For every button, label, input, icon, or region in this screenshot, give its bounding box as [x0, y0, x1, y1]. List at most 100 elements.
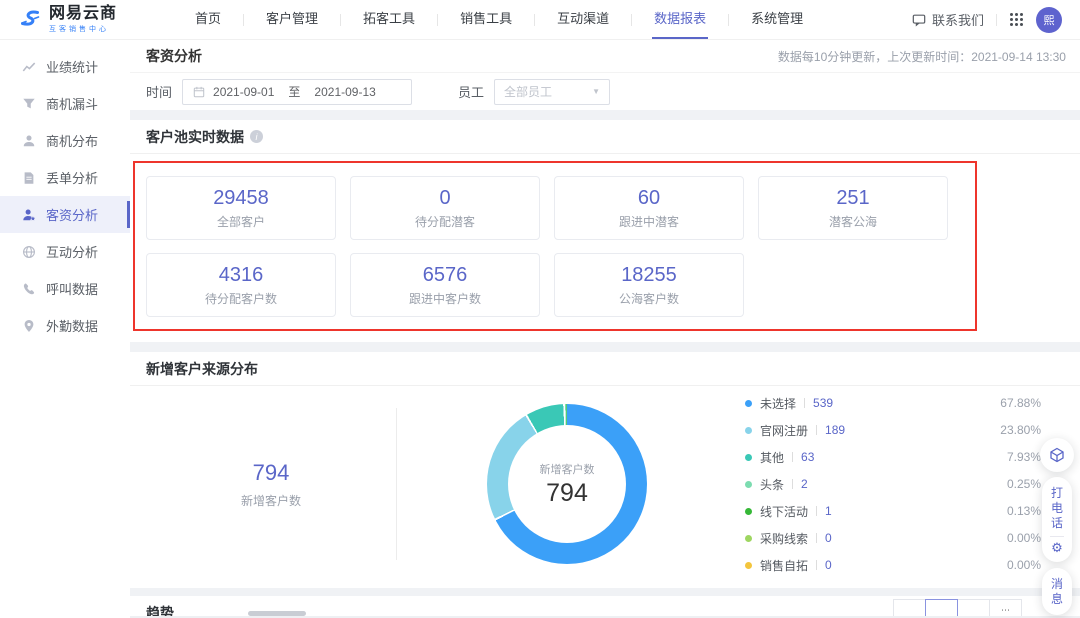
legend-item[interactable]: 官网注册18923.80%: [745, 417, 1041, 444]
stat-value: 4316: [219, 264, 264, 287]
contact-us-button[interactable]: 联系我们: [912, 10, 984, 29]
legend-value: 189: [825, 423, 845, 437]
spacer: [130, 342, 1080, 352]
nav-item-2[interactable]: 拓客工具: [341, 0, 437, 39]
stat-value: 0: [439, 187, 450, 210]
sidebar-item-label: 客资分析: [46, 205, 98, 224]
user-star-icon: [22, 208, 36, 222]
apps-grid-icon[interactable]: [1009, 12, 1024, 27]
divider: [816, 560, 817, 570]
chart-legend: 未选择53967.88%官网注册18923.80%其他637.93%头条20.2…: [745, 390, 1041, 579]
gear-icon[interactable]: ⚙: [1051, 541, 1063, 555]
legend-dot: [745, 481, 752, 488]
toggle-button[interactable]: [893, 599, 926, 616]
divider: [816, 425, 817, 435]
sidebar-item-label: 呼叫数据: [46, 279, 98, 298]
call-button-label: 打电话: [1051, 486, 1063, 531]
sidebar-item-2[interactable]: 商机分布: [0, 122, 130, 159]
sidebar-item-0[interactable]: 业绩统计: [0, 48, 130, 85]
legend-dot: [745, 508, 752, 515]
nav-item-3[interactable]: 销售工具: [438, 0, 534, 39]
legend-item[interactable]: 销售自拓00.00%: [745, 552, 1041, 579]
legend-item[interactable]: 其他637.93%: [745, 444, 1041, 471]
legend-item[interactable]: 未选择53967.88%: [745, 390, 1041, 417]
annotation-highlight-box: 29458全部客户0待分配潜客60跟进中潜客251潜客公海4316待分配客户数6…: [133, 161, 977, 331]
nav-item-1[interactable]: 客户管理: [244, 0, 340, 39]
legend-dot: [745, 562, 752, 569]
legend-label: 采购线索: [760, 530, 808, 547]
stat-label: 待分配客户数: [205, 290, 277, 307]
stat-value: 6576: [423, 264, 468, 287]
legend-item[interactable]: 线下活动 1 0.13%: [745, 498, 1041, 525]
page-title: 客资分析: [146, 46, 202, 66]
nav-item-5[interactable]: 数据报表: [632, 0, 728, 39]
divider: [792, 479, 793, 489]
customer-pool-title: 客户池实时数据: [146, 127, 244, 147]
sidebar-item-6[interactable]: 呼叫数据: [0, 270, 130, 307]
date-start: 2021-09-01: [213, 85, 274, 99]
spacer: [130, 588, 1080, 596]
update-note: 数据每10分钟更新，上次更新时间：2021-09-14 13:30: [778, 48, 1066, 65]
clipped-section-title: 趋势: [146, 605, 174, 616]
legend-label: 线下活动: [760, 503, 808, 520]
total-value: 794: [146, 460, 396, 486]
nav-item-4[interactable]: 互动渠道: [535, 0, 631, 39]
legend-percent: 7.93%: [1007, 450, 1041, 464]
sidebar-item-7[interactable]: 外勤数据: [0, 307, 130, 344]
legend-dot: [745, 427, 752, 434]
legend-value: 0: [825, 558, 832, 572]
legend-dot: [745, 400, 752, 407]
toggle-button[interactable]: [957, 599, 990, 616]
product-cube-button[interactable]: [1040, 438, 1074, 472]
chart-toggle-group: ⋯: [893, 599, 1022, 616]
date-range-input[interactable]: 2021-09-01 至 2021-09-13: [182, 79, 412, 105]
legend-percent: 0.13%: [1007, 504, 1041, 518]
employee-filter-label: 员工: [458, 82, 484, 101]
toggle-button[interactable]: ⋯: [989, 599, 1022, 616]
app-logo[interactable]: 网易云商 互客销售中心: [18, 6, 117, 34]
legend-percent: 0.00%: [1007, 531, 1041, 545]
nav-item-0[interactable]: 首页: [173, 0, 243, 39]
legend-item[interactable]: 采购线索 0 0.00%: [745, 525, 1041, 552]
new-customer-total: 794 新增客户数: [146, 460, 396, 509]
stat-label: 跟进中潜客: [619, 213, 679, 230]
sidebar-item-5[interactable]: 互动分析: [0, 233, 130, 270]
sidebar-item-1[interactable]: 商机漏斗: [0, 85, 130, 122]
brand-icon: [18, 8, 42, 32]
stat-value: 251: [836, 187, 869, 210]
nav-item-6[interactable]: 系统管理: [729, 0, 825, 39]
message-button[interactable]: 消息: [1042, 568, 1072, 615]
sidebar-item-4[interactable]: 客资分析: [0, 196, 130, 233]
legend-percent: 0.00%: [1007, 558, 1041, 572]
stat-card: 4316 待分配客户数: [146, 253, 336, 317]
page-header: 客资分析 数据每10分钟更新，上次更新时间：2021-09-14 13:30: [130, 40, 1080, 73]
nav-right: 联系我们 熙: [912, 7, 1062, 33]
chevron-down-icon: ▼: [592, 87, 600, 96]
logo-title: 网易云商: [49, 6, 117, 22]
toggle-button-active[interactable]: [925, 599, 958, 616]
call-button[interactable]: 打电话 ⚙: [1042, 477, 1072, 562]
legend-item[interactable]: 头条20.25%: [745, 471, 1041, 498]
calendar-icon: [193, 86, 205, 98]
stat-value: 29458: [213, 187, 269, 210]
legend-label: 未选择: [760, 395, 796, 412]
legend-value: 0: [825, 531, 832, 545]
sidebar-item-label: 互动分析: [46, 242, 98, 261]
stat-label: 公海客户数: [619, 290, 679, 307]
employee-select[interactable]: 全部员工 ▼: [494, 79, 610, 105]
donut-chart[interactable]: 新增客户数 794: [487, 404, 647, 564]
horizontal-scrollbar-thumb[interactable]: [248, 611, 306, 616]
donut-center-label: 新增客户数: [540, 461, 595, 477]
stat-value: 60: [638, 187, 660, 210]
cube-icon: [1049, 447, 1065, 463]
stat-label: 跟进中客户数: [409, 290, 481, 307]
legend-value: 1: [825, 504, 832, 518]
document-icon: [22, 171, 36, 185]
legend-percent: 0.25%: [1007, 477, 1041, 491]
sidebar-item-label: 商机分布: [46, 131, 98, 150]
avatar[interactable]: 熙: [1036, 7, 1062, 33]
legend-dot: [745, 535, 752, 542]
contact-us-label: 联系我们: [932, 10, 984, 29]
sidebar-item-3[interactable]: 丢单分析: [0, 159, 130, 196]
spacer: [130, 110, 1080, 120]
